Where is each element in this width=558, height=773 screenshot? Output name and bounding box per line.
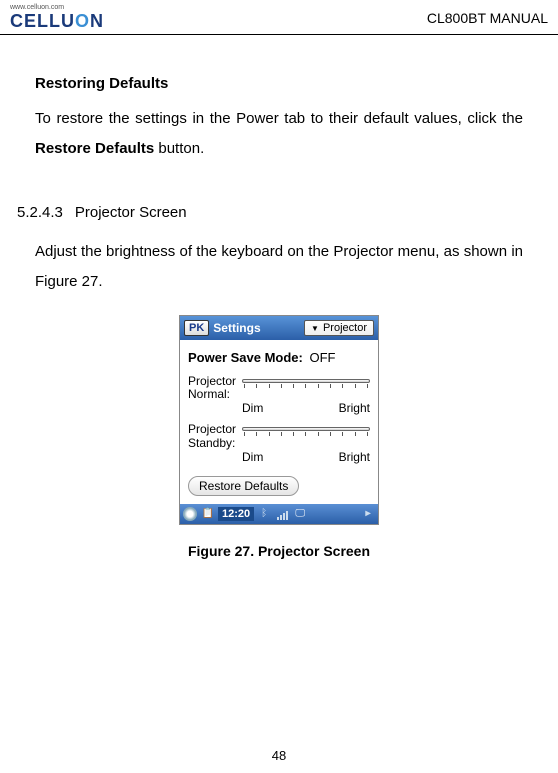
- signal-icon: [274, 506, 290, 522]
- brand-logo: www.celluon.com CELLUON: [10, 4, 104, 32]
- subsection-title: Projector Screen: [75, 204, 187, 221]
- close-icon[interactable]: ▸: [360, 506, 376, 522]
- section-projector-body: Adjust the brightness of the keyboard on…: [35, 237, 523, 297]
- dim-label: Dim: [242, 450, 263, 464]
- logo-url: www.celluon.com: [10, 4, 64, 11]
- section-restoring-title: Restoring Defaults: [35, 75, 523, 92]
- slider-normal-track[interactable]: [242, 375, 370, 389]
- dim-label: Dim: [242, 401, 263, 415]
- manual-title: CL800BT MANUAL: [427, 10, 548, 26]
- power-save-mode-row: Power Save Mode: OFF: [188, 350, 370, 365]
- bright-label: Bright: [339, 450, 370, 464]
- slider-standby-label: Projector Standby:: [188, 423, 240, 449]
- device-bottombar: 📋 12:20 ᛒ 🖵 ▸: [180, 504, 378, 524]
- bright-label: Bright: [339, 401, 370, 415]
- slider-normal-label: Projector Normal:: [188, 375, 240, 401]
- device-titlebar: PK Settings Projector: [180, 316, 378, 340]
- screen-icon[interactable]: 🖵: [292, 506, 308, 522]
- section-restoring-body: To restore the settings in the Power tab…: [35, 104, 523, 164]
- app-name: Settings: [213, 321, 260, 335]
- subsection-heading: 5.2.4.3 Projector Screen: [17, 204, 523, 221]
- restore-defaults-button[interactable]: Restore Defaults: [188, 476, 299, 496]
- subsection-number: 5.2.4.3: [17, 204, 63, 221]
- page-number: 48: [0, 748, 558, 763]
- logo-text: CELLUON: [10, 11, 104, 32]
- clock: 12:20: [218, 507, 254, 521]
- pk-badge: PK: [184, 320, 209, 336]
- psm-label: Power Save Mode:: [188, 350, 303, 365]
- bluetooth-icon: ᛒ: [256, 506, 272, 522]
- tab-dropdown[interactable]: Projector: [304, 320, 374, 336]
- clipboard-icon[interactable]: 📋: [200, 506, 216, 522]
- figure-caption: Figure 27. Projector Screen: [35, 543, 523, 559]
- psm-value[interactable]: OFF: [310, 350, 336, 365]
- slider-standby-track[interactable]: [242, 423, 370, 437]
- device-screenshot: PK Settings Projector Power Save Mode: O…: [179, 315, 379, 525]
- search-icon[interactable]: [182, 506, 198, 522]
